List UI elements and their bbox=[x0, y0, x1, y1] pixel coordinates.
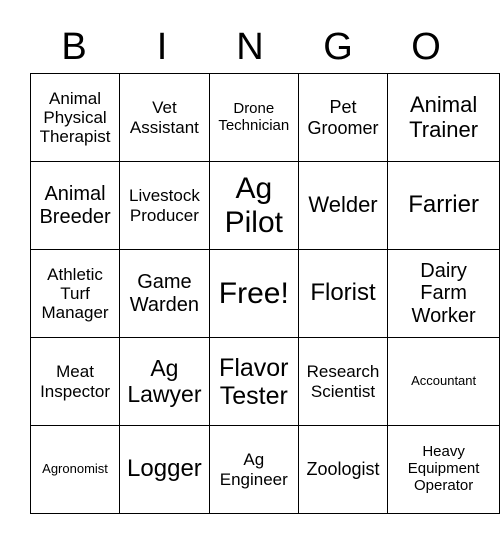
grid-row: Athletic Turf Manager Game Warden Free! … bbox=[29, 249, 500, 338]
bingo-cell[interactable]: Accountant bbox=[387, 337, 500, 426]
bingo-cell[interactable]: Livestock Producer bbox=[119, 161, 210, 250]
bingo-cell[interactable]: Ag Lawyer bbox=[119, 337, 210, 426]
bingo-cell[interactable]: Agronomist bbox=[29, 425, 121, 514]
bingo-cell[interactable]: Research Scientist bbox=[297, 337, 389, 426]
bingo-cell[interactable]: Athletic Turf Manager bbox=[29, 249, 121, 338]
header-letter-g: G bbox=[323, 26, 353, 68]
bingo-cell[interactable]: Ag Engineer bbox=[208, 425, 299, 514]
header-letter-n: N bbox=[236, 26, 264, 68]
bingo-cell[interactable]: Zoologist bbox=[297, 425, 389, 514]
bingo-cell[interactable]: Animal Trainer bbox=[387, 73, 500, 162]
bingo-cell[interactable]: Logger bbox=[119, 425, 210, 514]
header-letter-o: O bbox=[411, 26, 441, 68]
bingo-cell[interactable]: Heavy Equipment Operator bbox=[387, 425, 500, 514]
bingo-grid: Animal Physical Therapist Vet Assistant … bbox=[29, 73, 500, 514]
bingo-cell[interactable]: Dairy Farm Worker bbox=[387, 249, 500, 338]
grid-row: Meat Inspector Ag Lawyer Flavor Tester R… bbox=[29, 337, 500, 426]
bingo-cell[interactable]: Florist bbox=[297, 249, 389, 338]
grid-row: Animal Breeder Livestock Producer Ag Pil… bbox=[29, 161, 500, 250]
free-space-cell[interactable]: Free! bbox=[208, 249, 299, 338]
header-letter-i: I bbox=[156, 26, 168, 68]
header-letter-b: B bbox=[61, 26, 87, 68]
bingo-header: B I N G O bbox=[30, 22, 470, 72]
bingo-cell[interactable]: Pet Groomer bbox=[297, 73, 389, 162]
bingo-cell[interactable]: Animal Breeder bbox=[29, 161, 121, 250]
bingo-cell[interactable]: Drone Technician bbox=[208, 73, 299, 162]
bingo-cell[interactable]: Welder bbox=[297, 161, 389, 250]
bingo-cell[interactable]: Animal Physical Therapist bbox=[29, 73, 121, 162]
bingo-cell[interactable]: Flavor Tester bbox=[208, 337, 299, 426]
bingo-cell[interactable]: Ag Pilot bbox=[208, 161, 299, 250]
bingo-cell[interactable]: Farrier bbox=[387, 161, 500, 250]
bingo-cell[interactable]: Vet Assistant bbox=[119, 73, 210, 162]
bingo-cell[interactable]: Game Warden bbox=[119, 249, 210, 338]
bingo-cell[interactable]: Meat Inspector bbox=[29, 337, 121, 426]
grid-row: Animal Physical Therapist Vet Assistant … bbox=[29, 73, 500, 162]
grid-row: Agronomist Logger Ag Engineer Zoologist … bbox=[29, 425, 500, 514]
